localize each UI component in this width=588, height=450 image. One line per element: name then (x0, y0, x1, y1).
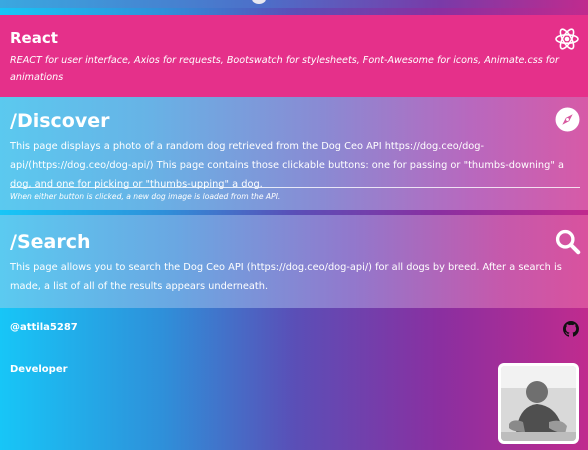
avatar-photo (501, 366, 576, 441)
footer-handle[interactable]: @attila5287 (10, 322, 78, 333)
discover-card: /Discover This page displays a photo of … (0, 97, 588, 210)
avatar (498, 363, 579, 444)
react-icon (555, 28, 579, 50)
react-card: React REACT for user interface, Axios fo… (0, 15, 588, 97)
divider (10, 187, 580, 188)
discover-card-description: This page displays a photo of a random d… (10, 141, 564, 190)
react-card-description: REACT for user interface, Axios for requ… (10, 55, 559, 83)
search-card-description: This page allows you to search the Dog C… (10, 262, 562, 292)
react-card-title: React (10, 29, 58, 47)
top-strip (0, 0, 588, 8)
search-icon (555, 229, 581, 255)
search-card-title: /Search (10, 231, 91, 253)
scroll-indicator (252, 0, 266, 4)
footer-role: Developer (10, 364, 68, 375)
developer-photo-icon (501, 366, 576, 441)
search-card: /Search This page allows you to search t… (0, 215, 588, 308)
discover-card-note: When either button is clicked, a new dog… (10, 192, 281, 201)
discover-card-title: /Discover (10, 110, 110, 132)
github-icon[interactable] (563, 321, 579, 337)
compass-icon (555, 107, 580, 132)
